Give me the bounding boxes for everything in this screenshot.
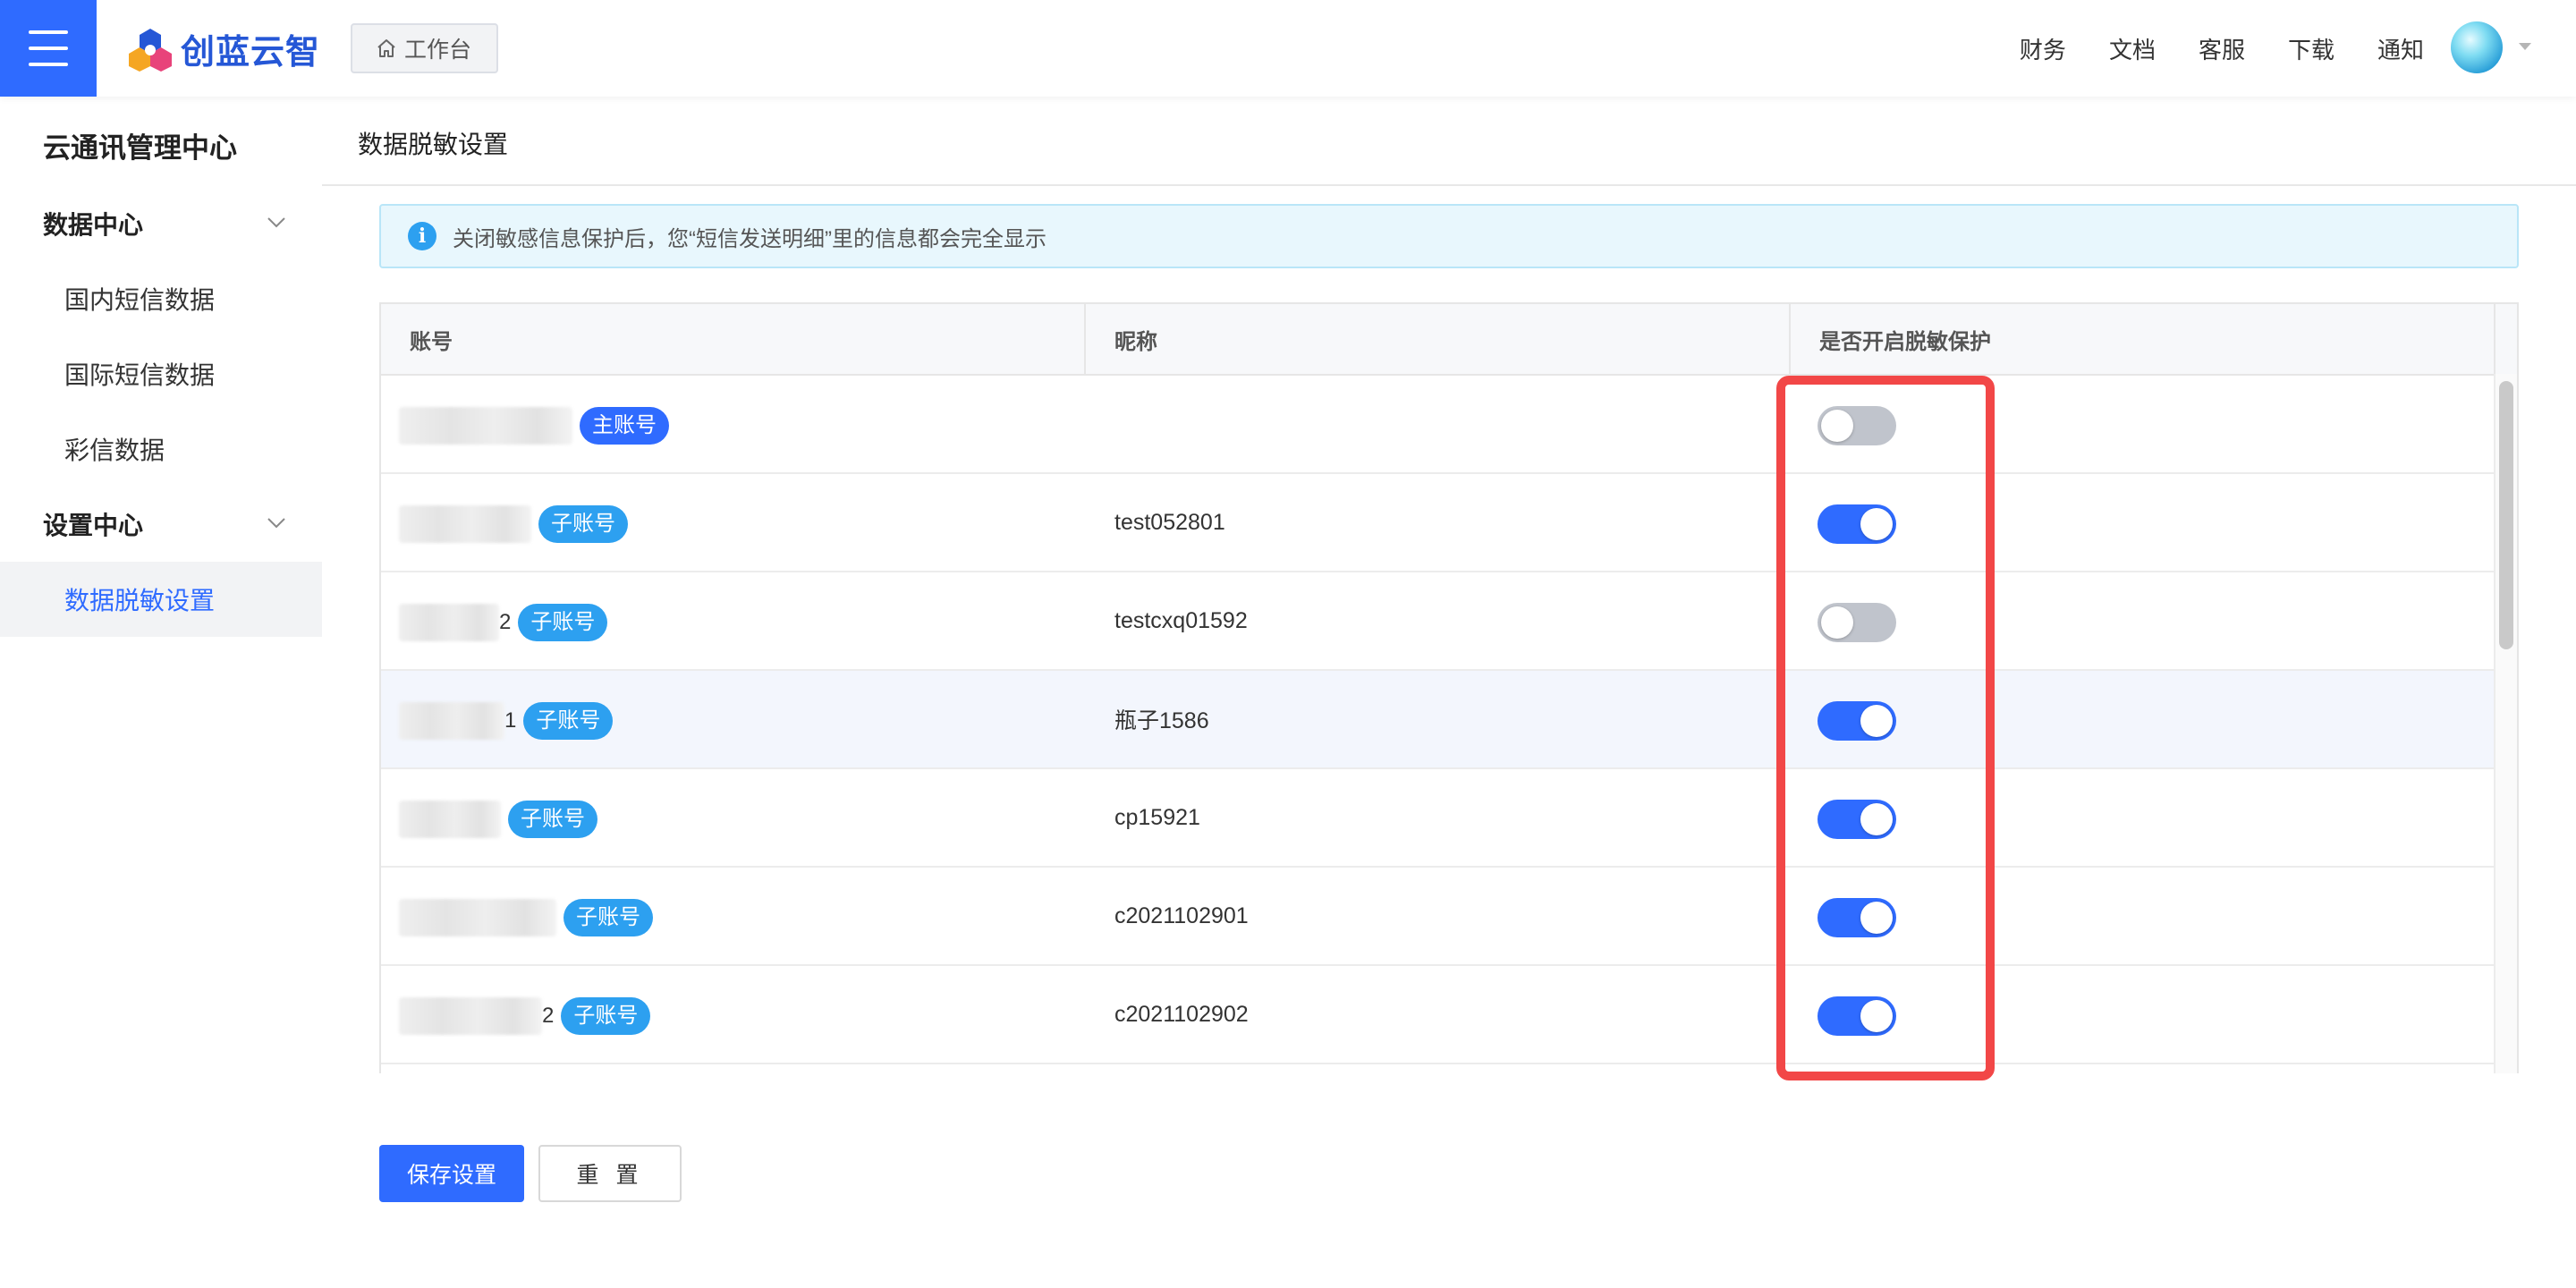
top-nav: 财务 文档 客服 下载 通知 — [1977, 0, 2424, 97]
logo-text: 创蓝云智 — [181, 33, 321, 72]
account-cell: 子账号 — [399, 794, 597, 844]
logo-hexagon-icon — [129, 29, 172, 72]
account-cell: 2 子账号 — [399, 597, 608, 648]
accounts-table: 账号 昵称 是否开启脱敏保护 主账号 子账号 test052801 2 子账号 … — [379, 302, 2519, 1073]
table-row: 子账号 test052801 — [381, 474, 2496, 572]
top-bar: 创蓝云智 工作台 财务 文档 客服 下载 通知 — [0, 0, 2576, 97]
table-scrollbar-thumb[interactable] — [2499, 381, 2513, 649]
nickname-cell: 瓶子1586 — [1114, 708, 1209, 733]
nav-download-link[interactable]: 下载 — [2288, 32, 2334, 65]
masked-account-number — [399, 899, 556, 936]
account-cell: 2 子账号 — [399, 991, 651, 1041]
masked-account-number — [399, 604, 499, 641]
nav-support-link[interactable]: 客服 — [2199, 32, 2245, 65]
table-header: 账号 昵称 是否开启脱敏保护 — [381, 304, 2517, 376]
chevron-down-icon — [267, 217, 285, 228]
account-type-badge: 子账号 — [538, 505, 628, 543]
account-cell: 子账号 — [399, 893, 653, 943]
masked-account-number — [399, 702, 504, 740]
masked-account-number — [399, 407, 572, 445]
hamburger-menu-button[interactable] — [0, 0, 97, 97]
chevron-down-icon — [267, 518, 285, 529]
sidebar-group-label: 数据中心 — [43, 211, 144, 239]
masked-account-number — [399, 505, 531, 543]
account-cell: 1 子账号 — [399, 696, 614, 746]
page-title: 数据脱敏设置 — [358, 131, 509, 158]
table-row: 1 子账号 瓶子1586 — [381, 671, 2496, 769]
masked-account-number — [399, 997, 542, 1035]
nav-docs-link[interactable]: 文档 — [2109, 32, 2156, 65]
caret-down-icon[interactable] — [2517, 41, 2533, 52]
account-suffix: 1 — [504, 708, 517, 733]
account-type-badge: 子账号 — [518, 604, 608, 641]
sidebar-item-label: 国内短信数据 — [64, 286, 216, 314]
table-row: 2 子账号 c2021102902 — [381, 966, 2496, 1064]
menu-line — [29, 63, 68, 66]
sidebar: 云通讯管理中心 数据中心 国内短信数据 国际短信数据 彩信数据 设置中心 数据脱… — [0, 97, 322, 1288]
sidebar-item-label: 国际短信数据 — [64, 361, 216, 389]
nickname-cell: testcxq01592 — [1114, 607, 1248, 633]
account-type-badge: 子账号 — [561, 997, 651, 1035]
sidebar-group-data-center[interactable]: 数据中心 — [0, 197, 322, 250]
table-body: 主账号 子账号 test052801 2 子账号 testcxq01592 1 … — [381, 376, 2496, 1064]
nickname-cell: c2021102901 — [1114, 902, 1249, 928]
table-row: 子账号 c2021102901 — [381, 868, 2496, 966]
user-avatar[interactable] — [2451, 21, 2503, 73]
sidebar-item-label: 彩信数据 — [64, 436, 165, 464]
account-type-badge: 子账号 — [523, 702, 614, 740]
home-icon — [377, 39, 395, 57]
account-cell: 主账号 — [399, 401, 669, 451]
table-row: 2 子账号 testcxq01592 — [381, 572, 2496, 671]
sidebar-group-label: 设置中心 — [43, 512, 144, 539]
sidebar-item-label: 数据脱敏设置 — [64, 587, 216, 614]
workbench-button[interactable]: 工作台 — [351, 23, 499, 73]
column-header-masking: 是否开启脱敏保护 — [1791, 304, 2496, 374]
nickname-cell: test052801 — [1114, 509, 1225, 535]
column-header-account: 账号 — [381, 304, 1086, 374]
sidebar-group-settings-center[interactable]: 设置中心 — [0, 497, 322, 551]
page-header: 数据脱敏设置 — [322, 97, 2576, 186]
menu-line — [29, 30, 68, 34]
table-row: 子账号 cp15921 — [381, 769, 2496, 868]
nickname-cell: c2021102902 — [1114, 1001, 1249, 1027]
column-header-nickname: 昵称 — [1086, 304, 1791, 374]
sidebar-item-domestic-sms[interactable]: 国内短信数据 — [0, 261, 322, 336]
sidebar-item-intl-sms[interactable]: 国际短信数据 — [0, 336, 322, 411]
table-row: 主账号 — [381, 376, 2496, 474]
nickname-cell: cp15921 — [1114, 804, 1200, 830]
reset-button[interactable]: 重 置 — [538, 1145, 682, 1202]
save-settings-button[interactable]: 保存设置 — [379, 1145, 524, 1202]
masked-account-number — [399, 801, 501, 838]
account-suffix: 2 — [499, 610, 512, 634]
menu-line — [29, 47, 68, 50]
nav-finance-link[interactable]: 财务 — [2020, 32, 2066, 65]
account-type-badge: 主账号 — [580, 407, 669, 445]
brand-logo[interactable]: 创蓝云智 — [127, 23, 320, 73]
nav-notification-link[interactable]: 通知 — [2377, 32, 2424, 65]
masking-column-highlight — [1776, 376, 1995, 1080]
account-cell: 子账号 — [399, 499, 628, 549]
sidebar-title: 云通讯管理中心 — [43, 132, 237, 164]
account-type-badge: 子账号 — [508, 801, 597, 838]
info-alert: i 关闭敏感信息保护后，您“短信发送明细”里的信息都会完全显示 — [379, 204, 2519, 268]
sidebar-item-mms[interactable]: 彩信数据 — [0, 411, 322, 487]
alert-text: 关闭敏感信息保护后，您“短信发送明细”里的信息都会完全显示 — [453, 226, 1046, 251]
info-icon: i — [408, 222, 436, 250]
account-suffix: 2 — [542, 1004, 555, 1028]
sidebar-item-data-masking[interactable]: 数据脱敏设置 — [0, 562, 322, 637]
workbench-label: 工作台 — [404, 38, 472, 63]
account-type-badge: 子账号 — [564, 899, 653, 936]
